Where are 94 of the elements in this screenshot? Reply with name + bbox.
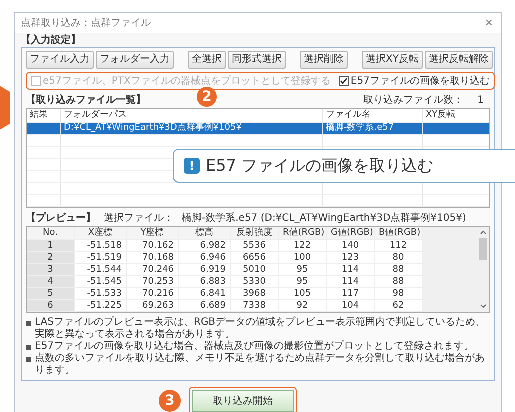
column-header: G値(RGB) [327, 227, 375, 240]
table-cell: 104 [327, 300, 375, 312]
group-title: 【入力設定】 [21, 35, 82, 47]
step-number: 2 [197, 87, 217, 107]
scroll-thumb[interactable] [479, 238, 487, 260]
table-cell: 5010 [231, 264, 279, 276]
table-cell: -51.544 [75, 264, 127, 276]
section-title: 【プレビュー】 [26, 212, 96, 225]
table-cell: 3968 [231, 288, 279, 300]
note-text: LASファイルのプレビュー表示は、RGBデータの値域をプレビュー表示範囲内で判定しているため、実際と異なって表示される場合があります。 [35, 317, 487, 340]
column-header: ファイル名 [323, 109, 423, 122]
table-cell: 80 [375, 252, 423, 264]
table-cell: 88 [375, 276, 423, 288]
step-number: 3 [159, 390, 181, 412]
table-cell: 70.216 [127, 288, 179, 300]
row-number: 5 [27, 288, 75, 300]
table-cell: -51.519 [75, 252, 127, 264]
table-cell: 6656 [231, 252, 279, 264]
close-button[interactable]: × [483, 16, 495, 30]
table-cell: 5536 [231, 240, 279, 252]
column-header: B値(RGB) [375, 227, 423, 240]
table-cell: -51.225 [75, 300, 127, 312]
count-label: 取り込みファイル数： [364, 95, 464, 107]
table-cell: 117 [327, 288, 375, 300]
table-cell: -51.518 [75, 240, 127, 252]
column-header: 結果 [27, 109, 61, 122]
toolbar-button[interactable]: 選択反転解除 [424, 51, 493, 69]
bullet-icon [26, 345, 31, 350]
annotation-marker [0, 86, 10, 130]
table-cell: 140 [327, 240, 375, 252]
row-number: 2 [27, 252, 75, 264]
table-cell: 114 [327, 276, 375, 288]
column-header: 反射強度 [231, 227, 279, 240]
table-cell: 6.689 [179, 300, 231, 312]
checkbox-label: E57ファイルの画像を取り込む [350, 74, 490, 88]
table-cell: 69.263 [127, 300, 179, 312]
table-cell: 6.919 [179, 264, 231, 276]
table-cell: 6.841 [179, 288, 231, 300]
column-header: フォルダーパス [61, 109, 323, 122]
toolbar-button[interactable]: ファイル入力 [26, 51, 94, 69]
scroll-down-icon[interactable] [480, 304, 486, 309]
toolbar-button[interactable]: 選択XY反転 [362, 51, 423, 69]
table-cell: 100 [279, 252, 327, 264]
toolbar-button[interactable]: 全選択 [188, 51, 226, 69]
selected-file: 橋脚-数学系.e57 (D:¥CL_AT¥WingEarth¥3D点群事例¥105¥) [182, 212, 466, 225]
column-header: X座標 [75, 227, 127, 240]
table-cell: 7338 [231, 300, 279, 312]
table-cell: 6.982 [179, 240, 231, 252]
table-cell: -51.545 [75, 276, 127, 288]
window-title: 点群取り込み：点群ファイル [21, 16, 151, 30]
note-text: 点数の多いファイルを取り込む際、メモリ不足を避けるため点群データを分割して取り込む場合があります。 [35, 353, 486, 377]
bullet-icon [26, 357, 31, 362]
bullet-icon [26, 321, 31, 326]
count-value: 1 [478, 95, 484, 107]
row-number: 6 [27, 300, 75, 312]
table-cell: 70.253 [127, 276, 179, 288]
checkbox-label: e57ファイル、PTXファイルの器械点をプロットとして登録する [43, 74, 331, 88]
column-header: 標高 [179, 227, 231, 240]
callout-text: E57 ファイルの画像を取り込む [206, 156, 434, 176]
column-header: XY反転 [425, 109, 457, 122]
checkbox[interactable] [338, 76, 349, 86]
table-cell: 6.883 [179, 276, 231, 288]
table-cell: 70.168 [127, 252, 179, 264]
toolbar-button[interactable]: フォルダー入力 [96, 51, 174, 69]
table-cell: 62 [375, 300, 423, 312]
row-number: 1 [27, 240, 75, 252]
column-header: Y座標 [127, 227, 179, 240]
column-header: R値(RGB) [279, 227, 327, 240]
table-cell: 98 [375, 288, 423, 300]
table-cell: 114 [327, 264, 375, 276]
table-cell: 70.162 [127, 240, 179, 252]
toolbar-button[interactable]: 選択削除 [300, 51, 348, 69]
column-header: No. [27, 227, 75, 240]
table-cell: 95 [279, 276, 327, 288]
table-cell: 70.246 [127, 264, 179, 276]
table-cell: 92 [279, 300, 327, 312]
table-cell: 123 [327, 252, 375, 264]
table-cell: 5330 [231, 276, 279, 288]
table-cell: 122 [279, 240, 327, 252]
file-label: 選択ファイル： [104, 212, 174, 225]
table-cell: 6.946 [179, 252, 231, 264]
table-cell: 88 [375, 264, 423, 276]
table-cell: 105 [279, 288, 327, 300]
table-cell: 95 [279, 264, 327, 276]
section-title: 【取り込みファイル一覧】 [26, 95, 146, 107]
table-cell: 112 [375, 240, 423, 252]
note-text: E57ファイルの画像を取り込む場合、器械点及び画像の撮影位置がプロットとして登録されます。 [35, 341, 474, 352]
alert-icon: ! [184, 158, 200, 174]
scroll-up-icon[interactable] [480, 230, 486, 235]
row-number: 4 [27, 276, 75, 288]
row-number: 3 [27, 264, 75, 276]
toolbar-button[interactable]: 同形式選択 [228, 51, 286, 69]
start-import-button[interactable]: 取り込み開始 [192, 390, 294, 412]
table-cell: -51.533 [75, 288, 127, 300]
